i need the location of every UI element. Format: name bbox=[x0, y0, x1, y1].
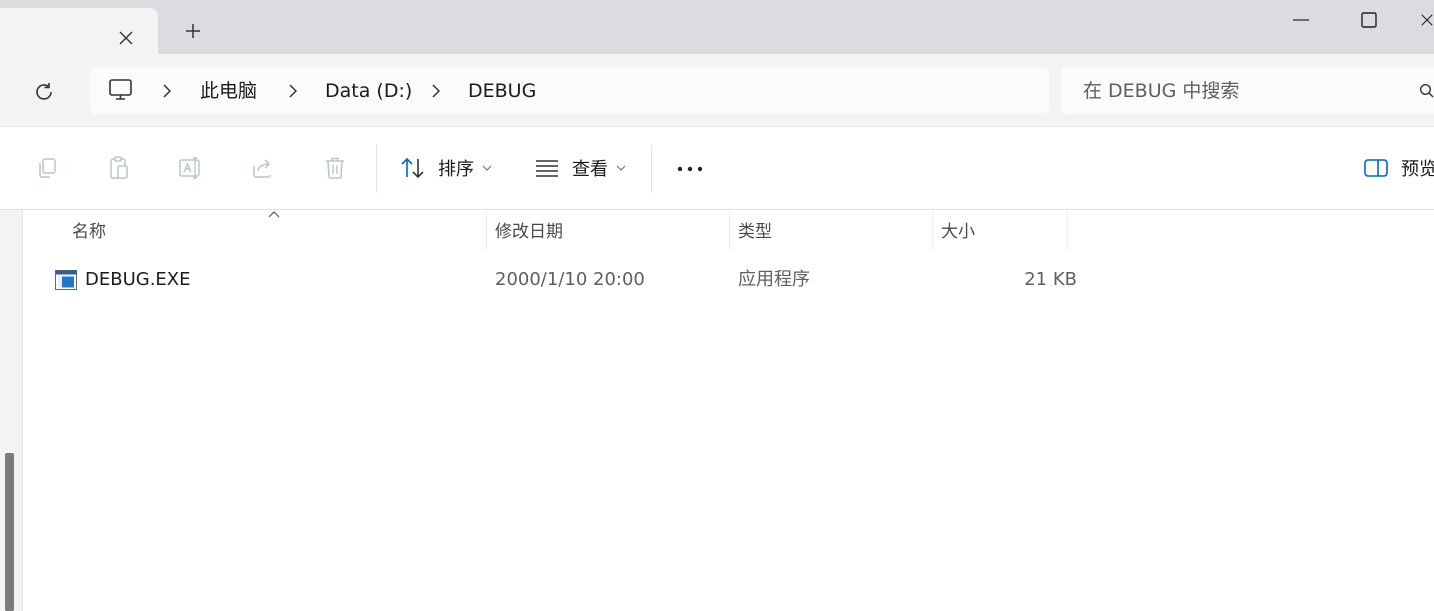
refresh-icon[interactable] bbox=[30, 78, 58, 106]
file-name[interactable]: DEBUG.EXE bbox=[85, 268, 191, 292]
sort-ascending-icon bbox=[268, 211, 280, 218]
preview-pane-button[interactable]: 预览 bbox=[1363, 151, 1434, 185]
chevron-down-icon bbox=[616, 165, 626, 171]
command-bar: 排序 查看 预览 bbox=[0, 126, 1434, 210]
file-modified: 2000/1/10 20:00 bbox=[495, 269, 645, 290]
breadcrumb-drive-d[interactable]: Data (D:) bbox=[325, 79, 412, 103]
sort-label: 排序 bbox=[438, 159, 474, 180]
more-options-button[interactable] bbox=[676, 159, 704, 179]
file-type: 应用程序 bbox=[738, 269, 810, 290]
search-icon[interactable] bbox=[1419, 83, 1434, 99]
chevron-right-icon[interactable] bbox=[161, 83, 173, 99]
sort-icon bbox=[401, 157, 424, 179]
share-icon[interactable] bbox=[250, 155, 276, 181]
view-icon bbox=[536, 160, 558, 177]
view-label: 查看 bbox=[572, 159, 608, 180]
title-bar bbox=[0, 0, 1434, 54]
toolbar-divider bbox=[651, 145, 652, 193]
table-row[interactable]: DEBUG.EXE 2000/1/10 20:00 应用程序 21 KB bbox=[47, 264, 1077, 296]
file-size: 21 KB bbox=[1024, 269, 1077, 290]
delete-icon[interactable] bbox=[322, 155, 348, 181]
column-header-size[interactable]: 大小 bbox=[941, 220, 975, 244]
chevron-right-icon[interactable] bbox=[430, 83, 442, 99]
breadcrumb-this-pc[interactable]: 此电脑 bbox=[200, 79, 257, 103]
close-tab-icon[interactable] bbox=[116, 28, 136, 48]
rename-icon[interactable] bbox=[178, 155, 204, 181]
address-bar[interactable]: 此电脑 Data (D:) DEBUG bbox=[90, 67, 1049, 114]
search-input[interactable]: 在 DEBUG 中搜索 bbox=[1083, 79, 1239, 103]
scrollbar-thumb[interactable] bbox=[5, 453, 14, 611]
preview-label: 预览 bbox=[1401, 159, 1434, 180]
executable-icon bbox=[55, 270, 77, 290]
more-icon bbox=[677, 166, 703, 172]
tab-current[interactable] bbox=[0, 8, 158, 54]
column-divider[interactable] bbox=[932, 210, 933, 250]
breadcrumb-debug[interactable]: DEBUG bbox=[468, 79, 536, 103]
column-divider[interactable] bbox=[729, 210, 730, 250]
close-window-button[interactable] bbox=[1420, 6, 1434, 34]
column-divider[interactable] bbox=[1067, 210, 1068, 250]
chevron-right-icon[interactable] bbox=[287, 83, 299, 99]
column-header-type[interactable]: 类型 bbox=[738, 220, 772, 244]
column-header-modified[interactable]: 修改日期 bbox=[495, 220, 563, 244]
column-header-name[interactable]: 名称 bbox=[72, 220, 106, 244]
view-button[interactable]: 查看 bbox=[534, 151, 626, 185]
toolbar-divider bbox=[376, 145, 377, 193]
new-tab-button[interactable] bbox=[182, 20, 204, 42]
minimize-button[interactable] bbox=[1284, 6, 1318, 34]
column-divider[interactable] bbox=[486, 210, 487, 250]
file-list: 名称 修改日期 类型 大小 DEBUG.EXE 2000/1/10 20:00 … bbox=[22, 210, 1434, 611]
navigation-bar: 此电脑 Data (D:) DEBUG 在 DEBUG 中搜索 bbox=[0, 54, 1434, 126]
preview-pane-icon bbox=[1364, 159, 1388, 177]
copy-icon[interactable] bbox=[34, 155, 60, 181]
chevron-down-icon bbox=[482, 165, 492, 171]
sort-button[interactable]: 排序 bbox=[400, 151, 492, 185]
search-box[interactable]: 在 DEBUG 中搜索 bbox=[1061, 67, 1434, 114]
maximize-button[interactable] bbox=[1352, 6, 1386, 34]
paste-icon[interactable] bbox=[106, 155, 132, 181]
computer-icon[interactable] bbox=[108, 78, 134, 102]
